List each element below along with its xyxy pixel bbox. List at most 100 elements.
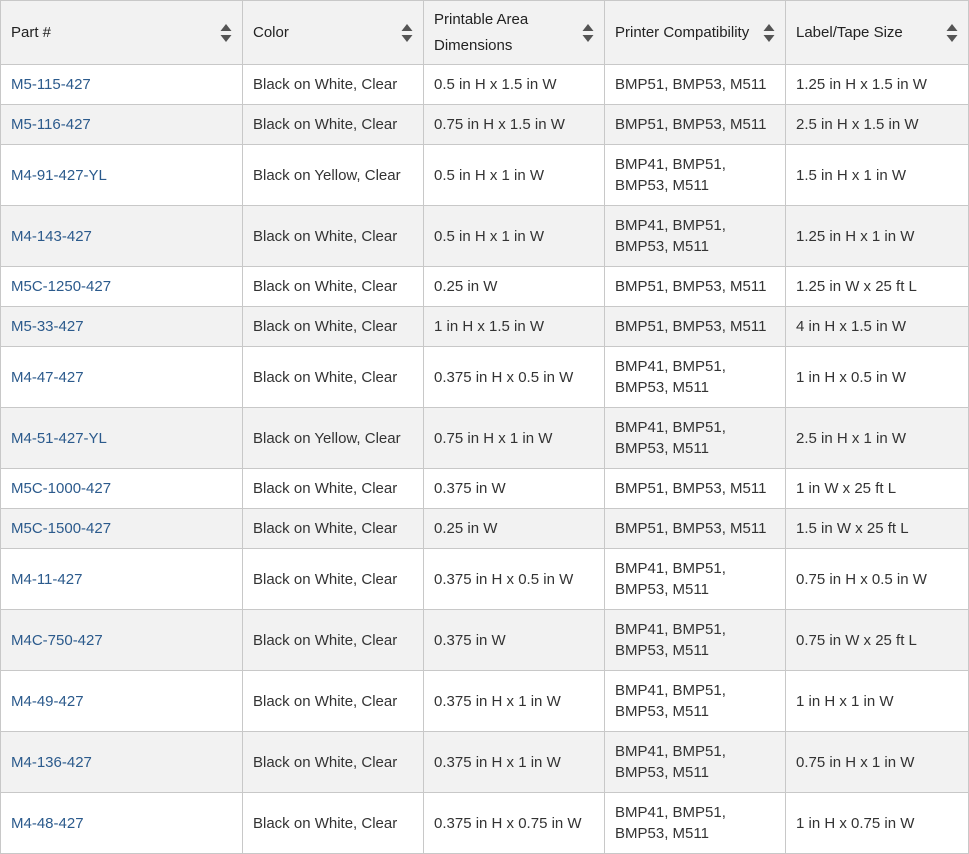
column-header-label: Printer Compatibility: [615, 23, 750, 41]
table-row: M4-47-427 Black on White, Clear 0.375 in…: [0, 346, 969, 408]
size-cell: 1.25 in H x 1.5 in W: [785, 64, 969, 105]
size-cell: 1 in W x 25 ft L: [785, 468, 969, 509]
column-header-label: Color: [253, 23, 289, 41]
size-cell: 1.5 in W x 25 ft L: [785, 508, 969, 549]
part-link[interactable]: M5-115-427: [11, 76, 91, 93]
column-header-label: Part #: [11, 23, 52, 41]
size-cell: 1.25 in W x 25 ft L: [785, 266, 969, 307]
part-cell: M4-143-427: [0, 205, 243, 267]
part-link[interactable]: M5C-1250-427: [11, 278, 111, 295]
table-row: M5C-1000-427 Black on White, Clear 0.375…: [0, 468, 969, 509]
color-cell: Black on White, Clear: [242, 508, 424, 549]
color-cell: Black on White, Clear: [242, 792, 424, 854]
dimensions-cell: 0.375 in W: [423, 609, 605, 671]
part-link[interactable]: M5C-1500-427: [11, 520, 111, 537]
table-row: M5-33-427 Black on White, Clear 1 in H x…: [0, 306, 969, 347]
column-header-label-tape-size[interactable]: Label/Tape Size: [785, 0, 969, 65]
compatibility-cell: BMP41, BMP51, BMP53, M511: [604, 792, 786, 854]
part-cell: M4-11-427: [0, 548, 243, 610]
sort-arrows-icon[interactable]: [220, 23, 232, 43]
dimensions-cell: 0.375 in H x 0.5 in W: [423, 548, 605, 610]
part-link[interactable]: M4-51-427-YL: [11, 430, 107, 447]
part-cell: M5C-1500-427: [0, 508, 243, 549]
header-row: Part # Color Printable Area Dimensions P…: [0, 0, 969, 65]
part-cell: M4C-750-427: [0, 609, 243, 671]
compatibility-cell: BMP41, BMP51, BMP53, M511: [604, 609, 786, 671]
part-link[interactable]: M4-11-427: [11, 571, 82, 588]
size-cell: 2.5 in H x 1 in W: [785, 407, 969, 469]
compatibility-cell: BMP41, BMP51, BMP53, M511: [604, 407, 786, 469]
dimensions-cell: 0.375 in H x 1 in W: [423, 731, 605, 793]
part-link[interactable]: M5-33-427: [11, 318, 84, 335]
size-cell: 0.75 in H x 0.5 in W: [785, 548, 969, 610]
column-header-printable-area[interactable]: Printable Area Dimensions: [423, 0, 605, 65]
table-row: M4C-750-427 Black on White, Clear 0.375 …: [0, 609, 969, 671]
dimensions-cell: 0.25 in W: [423, 508, 605, 549]
column-header-color[interactable]: Color: [242, 0, 424, 65]
part-cell: M5-33-427: [0, 306, 243, 347]
table-row: M4-51-427-YL Black on Yellow, Clear 0.75…: [0, 407, 969, 469]
color-cell: Black on White, Clear: [242, 346, 424, 408]
part-link[interactable]: M4-47-427: [11, 369, 84, 386]
compatibility-cell: BMP51, BMP53, M511: [604, 104, 786, 145]
color-cell: Black on White, Clear: [242, 104, 424, 145]
dimensions-cell: 1 in H x 1.5 in W: [423, 306, 605, 347]
size-cell: 1.5 in H x 1 in W: [785, 144, 969, 206]
dimensions-cell: 0.375 in H x 0.75 in W: [423, 792, 605, 854]
compatibility-cell: BMP41, BMP51, BMP53, M511: [604, 144, 786, 206]
sort-arrows-icon[interactable]: [763, 23, 775, 43]
size-cell: 1 in H x 0.5 in W: [785, 346, 969, 408]
dimensions-cell: 0.375 in H x 1 in W: [423, 670, 605, 732]
part-cell: M4-91-427-YL: [0, 144, 243, 206]
sort-arrows-icon[interactable]: [582, 23, 594, 43]
compatibility-cell: BMP51, BMP53, M511: [604, 266, 786, 307]
size-cell: 0.75 in W x 25 ft L: [785, 609, 969, 671]
table-row: M4-48-427 Black on White, Clear 0.375 in…: [0, 792, 969, 854]
color-cell: Black on Yellow, Clear: [242, 407, 424, 469]
part-link[interactable]: M4-48-427: [11, 815, 84, 832]
size-cell: 0.75 in H x 1 in W: [785, 731, 969, 793]
color-cell: Black on White, Clear: [242, 266, 424, 307]
color-cell: Black on White, Clear: [242, 670, 424, 732]
sort-arrows-icon[interactable]: [401, 23, 413, 43]
table-row: M4-11-427 Black on White, Clear 0.375 in…: [0, 548, 969, 610]
column-header-part[interactable]: Part #: [0, 0, 243, 65]
dimensions-cell: 0.5 in H x 1 in W: [423, 144, 605, 206]
part-link[interactable]: M4-49-427: [11, 693, 84, 710]
size-cell: 1.25 in H x 1 in W: [785, 205, 969, 267]
dimensions-cell: 0.375 in W: [423, 468, 605, 509]
size-cell: 2.5 in H x 1.5 in W: [785, 104, 969, 145]
size-cell: 1 in H x 1 in W: [785, 670, 969, 732]
part-link[interactable]: M4C-750-427: [11, 632, 103, 649]
table-row: M5C-1500-427 Black on White, Clear 0.25 …: [0, 508, 969, 549]
part-cell: M4-49-427: [0, 670, 243, 732]
part-cell: M5C-1250-427: [0, 266, 243, 307]
part-link[interactable]: M5-116-427: [11, 116, 91, 133]
color-cell: Black on White, Clear: [242, 468, 424, 509]
part-cell: M5C-1000-427: [0, 468, 243, 509]
sort-arrows-icon[interactable]: [946, 23, 958, 43]
part-link[interactable]: M4-136-427: [11, 754, 92, 771]
part-cell: M4-48-427: [0, 792, 243, 854]
compatibility-cell: BMP41, BMP51, BMP53, M511: [604, 548, 786, 610]
compatibility-cell: BMP51, BMP53, M511: [604, 508, 786, 549]
size-cell: 1 in H x 0.75 in W: [785, 792, 969, 854]
color-cell: Black on White, Clear: [242, 306, 424, 347]
dimensions-cell: 0.25 in W: [423, 266, 605, 307]
table-body: M5-115-427 Black on White, Clear 0.5 in …: [0, 64, 969, 854]
column-header-printer-compatibility[interactable]: Printer Compatibility: [604, 0, 786, 65]
color-cell: Black on Yellow, Clear: [242, 144, 424, 206]
part-link[interactable]: M4-143-427: [11, 228, 92, 245]
dimensions-cell: 0.5 in H x 1 in W: [423, 205, 605, 267]
part-cell: M4-136-427: [0, 731, 243, 793]
dimensions-cell: 0.375 in H x 0.5 in W: [423, 346, 605, 408]
dimensions-cell: 0.5 in H x 1.5 in W: [423, 64, 605, 105]
compatibility-cell: BMP51, BMP53, M511: [604, 64, 786, 105]
column-header-label: Printable Area Dimensions: [434, 10, 529, 54]
part-cell: M4-51-427-YL: [0, 407, 243, 469]
parts-table: Part # Color Printable Area Dimensions P…: [0, 0, 969, 854]
color-cell: Black on White, Clear: [242, 609, 424, 671]
part-link[interactable]: M5C-1000-427: [11, 480, 111, 497]
part-link[interactable]: M4-91-427-YL: [11, 167, 107, 184]
table-row: M5-115-427 Black on White, Clear 0.5 in …: [0, 64, 969, 105]
